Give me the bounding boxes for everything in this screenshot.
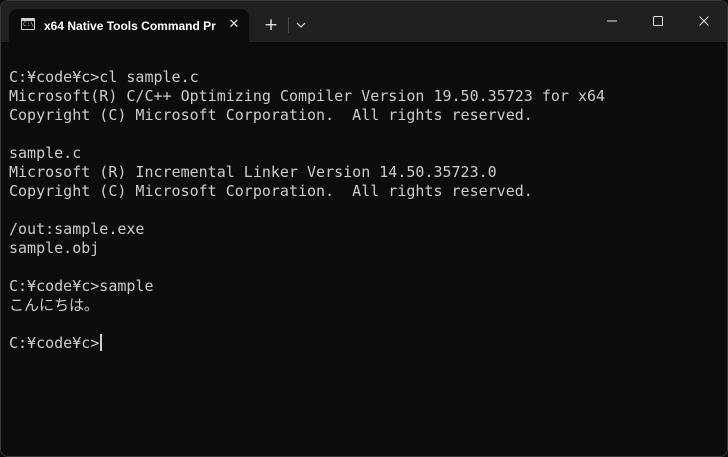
title-bar[interactable]: C:\ x64 Native Tools Command Pr ✕ + <box>1 1 727 42</box>
terminal-lines: C:¥code¥c>cl sample.c Microsoft(R) C/C++… <box>9 68 605 353</box>
new-tab-button[interactable]: + <box>260 14 282 36</box>
terminal-line: sample.obj <box>9 239 100 257</box>
terminal-output[interactable]: C:¥code¥c>cl sample.c Microsoft(R) C/C++… <box>1 42 727 456</box>
tab-title: x64 Native Tools Command Pr <box>44 19 216 33</box>
terminal-line: Microsoft(R) C/C++ Optimizing Compiler V… <box>9 87 606 105</box>
terminal-line: Copyright (C) Microsoft Corporation. All… <box>9 106 533 124</box>
terminal-line: Copyright (C) Microsoft Corporation. All… <box>9 182 533 200</box>
terminal-prompt-line[interactable]: C:¥code¥c> <box>9 334 605 353</box>
chevron-down-icon <box>296 22 306 28</box>
terminal-line: Microsoft (R) Incremental Linker Version… <box>9 163 497 181</box>
tab-divider <box>288 17 289 33</box>
terminal-line: /out:sample.exe <box>9 220 145 238</box>
terminal-line: C:¥code¥c>cl sample.c <box>9 68 199 86</box>
tab-dropdown-button[interactable] <box>291 14 311 36</box>
text-cursor <box>100 334 103 351</box>
close-window-button[interactable] <box>681 1 727 41</box>
terminal-prompt: C:¥code¥c> <box>9 334 100 352</box>
terminal-line: C:¥code¥c>sample <box>9 277 154 295</box>
terminal-line: sample.c <box>9 144 82 162</box>
tab-active[interactable]: C:\ x64 Native Tools Command Pr ✕ <box>9 9 249 42</box>
minimize-icon <box>607 20 617 22</box>
terminal-window: C:\ x64 Native Tools Command Pr ✕ + C:¥c… <box>0 0 728 457</box>
maximize-button[interactable] <box>635 1 681 41</box>
close-icon <box>699 16 709 26</box>
close-tab-button[interactable]: ✕ <box>226 17 242 33</box>
command-prompt-icon: C:\ <box>21 18 35 30</box>
maximize-icon <box>653 16 663 26</box>
minimize-button[interactable] <box>589 1 635 41</box>
command-prompt-icon-glyph: C:\ <box>23 21 34 28</box>
terminal-line: こんにちは。 <box>9 296 100 314</box>
